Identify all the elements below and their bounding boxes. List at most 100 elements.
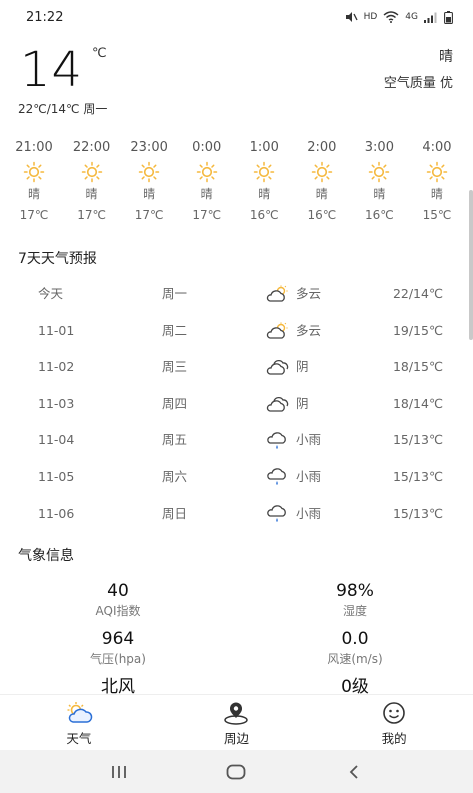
hour-temperature: 17℃ [192,208,222,222]
light-rain-icon [266,467,290,487]
cloud-icon [266,395,290,413]
info-cell: 0.0 风速(m/s) [265,628,445,668]
info-title: 气象信息 [18,548,74,564]
hour-item: 4:00 晴 15℃ [411,138,463,230]
home-button[interactable] [206,750,266,793]
light-rain-icon [266,431,290,451]
daily-forecast-list: 今天 周一 多云 22/14℃ 11-01 周二 多云 19/15℃ 11-02 周三阴 18/15… [0,276,473,532]
recents-button[interactable] [89,750,149,793]
sun-icon [368,160,390,184]
tab-weather[interactable]: 天气 [29,695,129,750]
bottom-tab-bar: 天气 周边 我的 [0,694,473,750]
forecast-date: 11-06 [38,505,75,521]
home-icon [227,764,246,779]
current-temperature: 14 [20,42,84,98]
forecast-weekday: 周四 [162,395,188,411]
hour-item: 23:00 晴 17℃ [123,138,175,230]
partly-cloudy-icon [266,285,290,303]
temperature-unit: ℃ [92,46,107,61]
forecast-date: 11-05 [38,468,75,484]
sun-icon [426,160,448,184]
hour-item: 22:00 晴 17℃ [66,138,118,230]
forecast-date: 11-02 [38,359,75,375]
cloud-icon [266,358,290,376]
sun-icon [138,160,160,184]
info-value: 40 [107,581,129,601]
sun-icon [311,160,333,184]
forecast-row: 11-02 周三 阴 18/15℃ [0,349,473,386]
current-weather: 14 ℃ 晴 空气质量 优 22℃/14℃ 周一 [0,38,473,120]
signal-icon [424,12,437,23]
forecast-date: 今天 [38,286,64,301]
forecast-row: 今天 周一 多云 22/14℃ [0,276,473,313]
tab-nearby[interactable]: 周边 [186,695,286,750]
forecast-condition-text: 多云 [296,286,322,301]
forecast-row: 11-01 周二 多云 19/15℃ [0,313,473,350]
system-nav-bar [0,750,473,793]
tab-weather-label: 天气 [66,731,92,746]
hour-item: 0:00 晴 17℃ [181,138,233,230]
hour-temperature: 16℃ [307,208,337,222]
hour-condition: 晴 [143,187,156,201]
tab-nearby-label: 周边 [223,731,249,746]
forecast-temperature: 15/13℃ [392,432,443,448]
hour-temperature: 16℃ [249,208,279,222]
forecast-date: 11-03 [38,395,75,411]
tab-mine[interactable]: 我的 [344,695,444,750]
forecast-row: 11-06 周日 小雨 15/13℃ [0,496,473,533]
hour-time: 3:00 [364,140,394,155]
status-icons: HD 4G [344,10,453,24]
hour-condition: 晴 [27,187,40,201]
info-label: 气压(hpa) [90,652,146,666]
hour-temperature: 17℃ [134,208,164,222]
hour-condition: 晴 [85,187,98,201]
forecast-date: 11-04 [38,432,75,448]
hour-time: 4:00 [422,140,452,155]
forecast-condition-text: 阴 [296,395,309,411]
forecast-temperature: 15/13℃ [392,468,443,484]
weather-icon [67,702,93,723]
forecast-condition-text: 多云 [296,322,322,338]
info-cell: 98% 湿度 [265,580,445,620]
hour-item: 1:00 晴 16℃ [238,138,290,230]
forecast-condition: 小雨 [266,422,321,459]
hour-time: 1:00 [249,140,279,155]
forecast-temperature: 18/15℃ [392,359,443,375]
back-button[interactable] [324,750,384,793]
hd-badge: HD [363,12,378,22]
forecast-condition-text: 小雨 [296,468,322,484]
battery-icon [444,10,453,24]
forecast-temperature: 22/14℃ [392,286,443,301]
hourly-forecast[interactable]: 21:00 晴 17℃ 22:00 晴 17℃ 23:00 晴 17℃ 0:00 晴 17℃ 1:00 晴… [0,138,473,230]
info-cell: 964 气压(hpa) [28,628,208,668]
forecast-weekday: 周六 [162,468,188,484]
hour-temperature: 17℃ [77,208,106,222]
hour-condition: 晴 [373,187,386,201]
forecast-condition-text: 小雨 [296,432,322,448]
hour-time: 2:00 [307,140,337,155]
hour-condition: 晴 [315,187,328,201]
light-rain-icon [266,504,290,524]
forecast-title: 7天天气预报 [18,251,97,267]
forecast-weekday: 周一 [162,286,188,301]
forecast-condition: 小雨 [266,459,321,496]
info-value: 964 [101,629,135,649]
info-value: 98% [336,581,374,601]
forecast-temperature: 15/13℃ [392,505,443,521]
forecast-condition: 多云 [266,313,321,350]
hour-condition: 晴 [258,187,271,201]
hour-time: 23:00 [130,140,168,155]
info-label: AQI指数 [95,604,141,618]
forecast-condition-text: 阴 [296,359,309,375]
forecast-row: 11-03 周四 阴 18/14℃ [0,386,473,423]
forecast-weekday: 周三 [162,359,188,375]
info-label: 湿度 [342,604,367,618]
hour-temperature: 15℃ [422,208,452,222]
forecast-weekday: 周日 [162,505,188,521]
sun-icon [81,160,103,184]
sun-icon [196,160,218,184]
smile-icon [383,702,405,724]
current-condition: 晴 [439,49,453,65]
forecast-temperature: 19/15℃ [392,322,443,338]
hour-temperature: 16℃ [365,208,394,222]
